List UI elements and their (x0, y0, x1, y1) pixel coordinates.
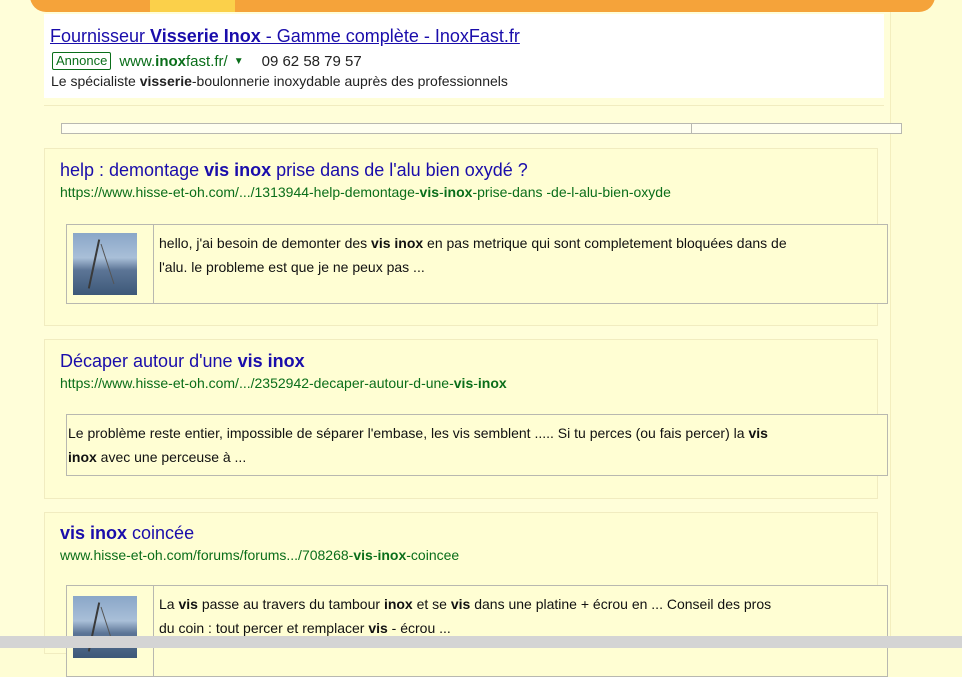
active-nav-tab[interactable] (150, 0, 235, 12)
snippet-text: hello, j'ai besoin de demonter des vis i… (159, 231, 889, 279)
result-url[interactable]: https://www.hisse-et-oh.com/.../2352942-… (60, 375, 507, 391)
sponsored-ad: Fournisseur Visserie Inox - Gamme complè… (44, 14, 884, 98)
snippet-line: inox avec une perceuse à ... (68, 449, 247, 465)
snippet-line: La vis passe au travers du tambour inox … (159, 596, 772, 612)
sailing-photo-icon (73, 596, 137, 658)
ad-badge: Annonce (52, 52, 112, 70)
divider (44, 105, 884, 106)
result-snippet: Le problème reste entier, impossible de … (66, 414, 888, 476)
result-snippet: hello, j'ai besoin de demonter des vis i… (66, 224, 888, 304)
thumbnail[interactable] (67, 586, 154, 676)
triangle-down-icon[interactable]: ▼ (234, 56, 244, 67)
mast-shape (87, 239, 101, 289)
snippet-line: hello, j'ai besoin de demonter des vis i… (159, 235, 787, 251)
top-navigation-bar (30, 0, 935, 12)
ad-meta-line: Annonce www.inoxfast.fr/ ▼ 09 62 58 79 5… (52, 52, 362, 70)
rigging-shape (100, 243, 115, 285)
empty-bar (61, 123, 902, 134)
snippet-line: Le problème reste entier, impossible de … (68, 425, 768, 441)
search-result: help : demontage vis inox prise dans de … (44, 148, 888, 326)
result-title-link[interactable]: vis inox coincée (60, 523, 194, 544)
ad-phone: 09 62 58 79 57 (261, 52, 362, 70)
sailing-photo-icon (73, 233, 137, 295)
snippet-line: l'alu. le probleme est que je ne peux pa… (159, 259, 425, 275)
search-result: Décaper autour d'une vis inox https://ww… (44, 339, 888, 499)
horizontal-scrollbar[interactable] (0, 636, 962, 648)
snippet-text: La vis passe au travers du tambour inox … (159, 592, 889, 640)
result-snippet: La vis passe au travers du tambour inox … (66, 585, 888, 677)
ad-title-link[interactable]: Fournisseur Visserie Inox - Gamme complè… (50, 26, 520, 47)
result-title-link[interactable]: Décaper autour d'une vis inox (60, 351, 305, 372)
thumbnail[interactable] (67, 225, 154, 303)
ad-url[interactable]: www.inoxfast.fr/ (119, 53, 227, 70)
ad-description: Le spécialiste visserie-boulonnerie inox… (51, 73, 508, 89)
result-title-link[interactable]: help : demontage vis inox prise dans de … (60, 160, 528, 181)
result-url[interactable]: www.hisse-et-oh.com/forums/forums.../708… (60, 547, 459, 563)
bar-divider (691, 124, 692, 133)
search-result: vis inox coincée www.hisse-et-oh.com/for… (44, 512, 888, 677)
snippet-text: Le problème reste entier, impossible de … (68, 421, 884, 469)
result-url[interactable]: https://www.hisse-et-oh.com/.../1313944-… (60, 184, 671, 200)
